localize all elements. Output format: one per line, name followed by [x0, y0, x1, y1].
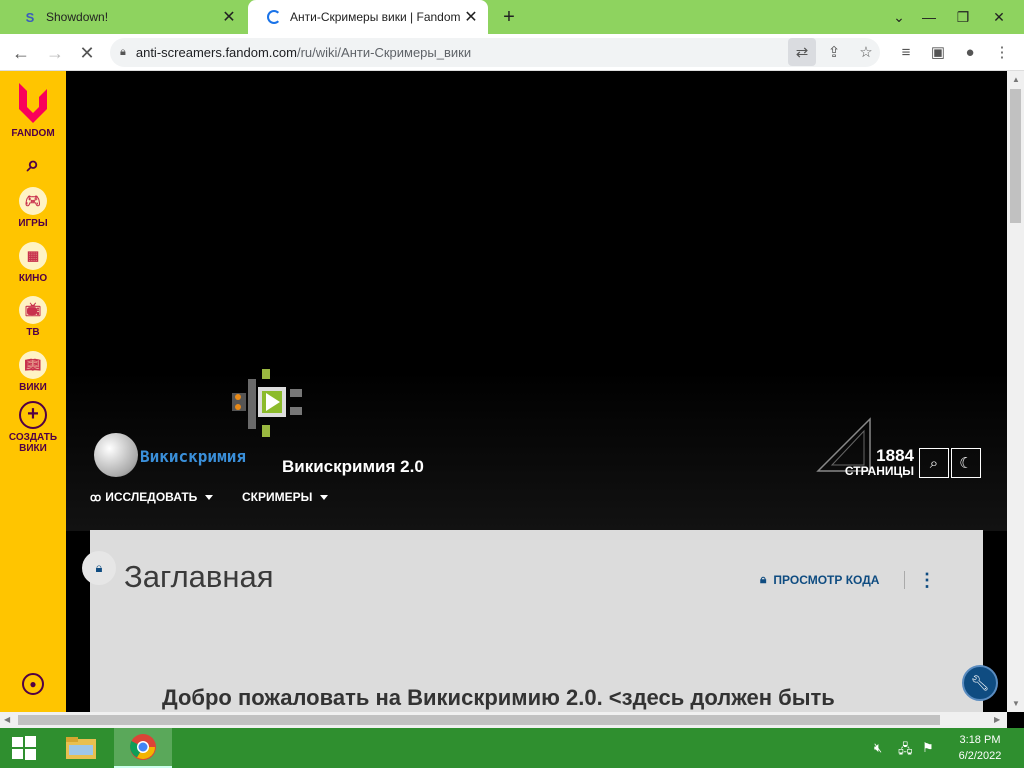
chevron-down-icon — [205, 494, 214, 500]
search-icon[interactable]: ⌕ — [0, 151, 66, 177]
gamepad-icon: 🎮︎ — [19, 187, 47, 215]
notification-flag-icon[interactable]: ⚑ — [922, 740, 934, 756]
side-panel-icon[interactable]: ▣ — [924, 38, 952, 66]
sidebar-item-label: ИГРЫ — [18, 218, 48, 229]
windows-logo-icon — [12, 736, 36, 760]
tv-icon: 📺︎ — [19, 296, 47, 324]
sidebar-item-label: ВИКИ — [19, 382, 47, 393]
wiki-globe-logo[interactable] — [94, 433, 138, 477]
welcome-heading: Добро пожаловать на Викискримию 2.0. <зд… — [162, 685, 835, 710]
share-icon[interactable]: ⇪ — [820, 38, 848, 66]
close-window-button[interactable]: ✕ — [982, 0, 1016, 34]
sidebar-item-movies[interactable]: ▦ КИНО — [0, 242, 66, 284]
scroll-thumb[interactable] — [18, 715, 940, 725]
vertical-scrollbar[interactable]: ▲ ▼ — [1007, 71, 1024, 712]
wiki-logo-text[interactable]: Викискримия — [140, 447, 246, 466]
wiki-search-button[interactable]: ⌕ — [919, 448, 949, 478]
page-title: Заглавная — [124, 559, 274, 594]
explore-icon: ꝏ — [90, 491, 102, 504]
user-account-icon[interactable]: ● — [0, 673, 66, 695]
tab-showdown[interactable]: S Showdown! ✕ — [4, 0, 246, 34]
pages-count: 1884 СТРАНИЦЫ — [844, 446, 914, 478]
restore-button[interactable]: ❐ — [946, 0, 980, 34]
stop-loading-icon[interactable]: ✕ — [74, 40, 100, 66]
windows-taskbar: 🔇︎ 🖧 ⚑ 3:18 PM 6/2/2022 — [0, 728, 1024, 768]
url-text: anti-screamers.fandom.com/ru/wiki/Анти-С… — [135, 45, 472, 60]
volume-muted-icon[interactable]: 🔇︎ — [874, 740, 882, 756]
divider — [904, 571, 905, 589]
sidebar-item-tv[interactable]: 📺︎ ТВ — [0, 296, 66, 338]
clock-date: 6/2/2022 — [958, 750, 1002, 762]
fandom-brand-label: FANDOM — [11, 128, 55, 139]
pixel-robot-sprite — [232, 369, 302, 437]
bookmark-star-icon[interactable]: ☆ — [852, 38, 880, 66]
fandom-heart-icon — [19, 83, 47, 123]
create-wiki-label-line1: СОЗДАТЬ — [8, 432, 58, 443]
nav-screamers[interactable]: СКРИМЕРЫ — [242, 490, 329, 504]
scroll-right-icon[interactable]: ▶ — [994, 715, 1000, 724]
browser-menu-icon[interactable]: ⋮ — [988, 38, 1016, 66]
chevron-down-icon — [320, 494, 329, 500]
showdown-favicon-icon: S — [25, 9, 35, 25]
chrome-icon — [130, 734, 156, 760]
wiki-name[interactable]: Викискримия 2.0 — [282, 457, 424, 477]
tab-title: Showdown! — [46, 10, 109, 24]
network-icon[interactable]: 🖧 — [898, 740, 913, 762]
plus-circle-icon: + — [19, 401, 47, 429]
lock-icon: 🔒︎ — [760, 572, 767, 586]
page-protection-lock-icon[interactable]: 🔒︎ — [82, 551, 116, 585]
nav-explore[interactable]: ꝏ ИССЛЕДОВАТЬ — [90, 490, 214, 504]
lock-icon: 🔒︎ — [120, 46, 126, 58]
minimize-button[interactable]: — — [912, 0, 946, 34]
translate-icon[interactable]: ⇄ — [788, 38, 816, 66]
more-actions-icon[interactable]: ⋮ — [918, 569, 936, 591]
wrench-tools-icon[interactable]: 🔧︎ — [962, 665, 998, 701]
sidebar-item-games[interactable]: 🎮︎ ИГРЫ — [0, 187, 66, 229]
reading-list-icon[interactable]: ≡ — [892, 38, 920, 66]
scroll-up-icon[interactable]: ▲ — [1012, 75, 1020, 84]
tab-search-chevron-icon[interactable]: ⌄ — [882, 0, 916, 34]
profile-avatar-icon[interactable]: ● — [956, 38, 984, 66]
scroll-thumb[interactable] — [1010, 89, 1021, 223]
page-content: Викискримия Викискримия 2.0 1884 СТРАНИЦ… — [66, 71, 1007, 712]
sidebar-item-label: ТВ — [26, 327, 40, 338]
tab-close-icon[interactable]: ✕ — [218, 6, 240, 28]
dark-mode-toggle[interactable]: ☾ — [951, 448, 981, 478]
horizontal-scrollbar[interactable]: ◀ ▶ — [0, 712, 1007, 728]
tab-close-icon[interactable]: ✕ — [460, 6, 482, 28]
forward-arrow-icon[interactable]: → — [42, 40, 68, 66]
view-source-button[interactable]: 🔒︎ ПРОСМОТР КОДА — [760, 572, 879, 587]
browser-tab-strip: S Showdown! ✕ Анти-Скримеры вики | Fando… — [0, 0, 1024, 34]
create-wiki-label-line2: ВИКИ — [19, 443, 47, 454]
tab-anti-screamers[interactable]: Анти-Скримеры вики | Fandom ✕ — [248, 0, 488, 34]
start-button[interactable] — [0, 728, 48, 768]
folder-icon — [66, 737, 96, 759]
new-tab-button[interactable]: + — [496, 6, 522, 28]
sidebar-item-label: КИНО — [18, 273, 48, 284]
tab-title: Анти-Скримеры вики | Fandom — [290, 10, 460, 24]
scroll-down-icon[interactable]: ▼ — [1012, 699, 1020, 708]
back-arrow-icon[interactable]: ← — [8, 40, 34, 66]
create-wiki-button[interactable]: + СОЗДАТЬ ВИКИ — [0, 401, 66, 454]
address-bar[interactable]: 🔒︎ anti-screamers.fandom.com/ru/wiki/Ант… — [110, 38, 880, 67]
clock-time: 3:18 PM — [959, 734, 1001, 746]
book-icon: 📖︎ — [19, 351, 47, 379]
fandom-global-sidebar: FANDOM ⌕ 🎮︎ ИГРЫ ▦ КИНО 📺︎ ТВ 📖︎ ВИКИ + … — [0, 71, 66, 712]
file-explorer-button[interactable] — [57, 728, 105, 768]
loading-spinner-icon — [266, 9, 282, 25]
browser-toolbar: ← → ✕ 🔒︎ anti-screamers.fandom.com/ru/wi… — [0, 34, 1024, 71]
chrome-taskbar-button[interactable] — [114, 728, 172, 768]
film-icon: ▦ — [19, 242, 47, 270]
system-clock[interactable]: 3:18 PM 6/2/2022 — [950, 732, 1010, 764]
fandom-logo[interactable]: FANDOM — [0, 79, 66, 139]
sidebar-item-wikis[interactable]: 📖︎ ВИКИ — [0, 351, 66, 393]
scroll-left-icon[interactable]: ◀ — [4, 715, 10, 724]
